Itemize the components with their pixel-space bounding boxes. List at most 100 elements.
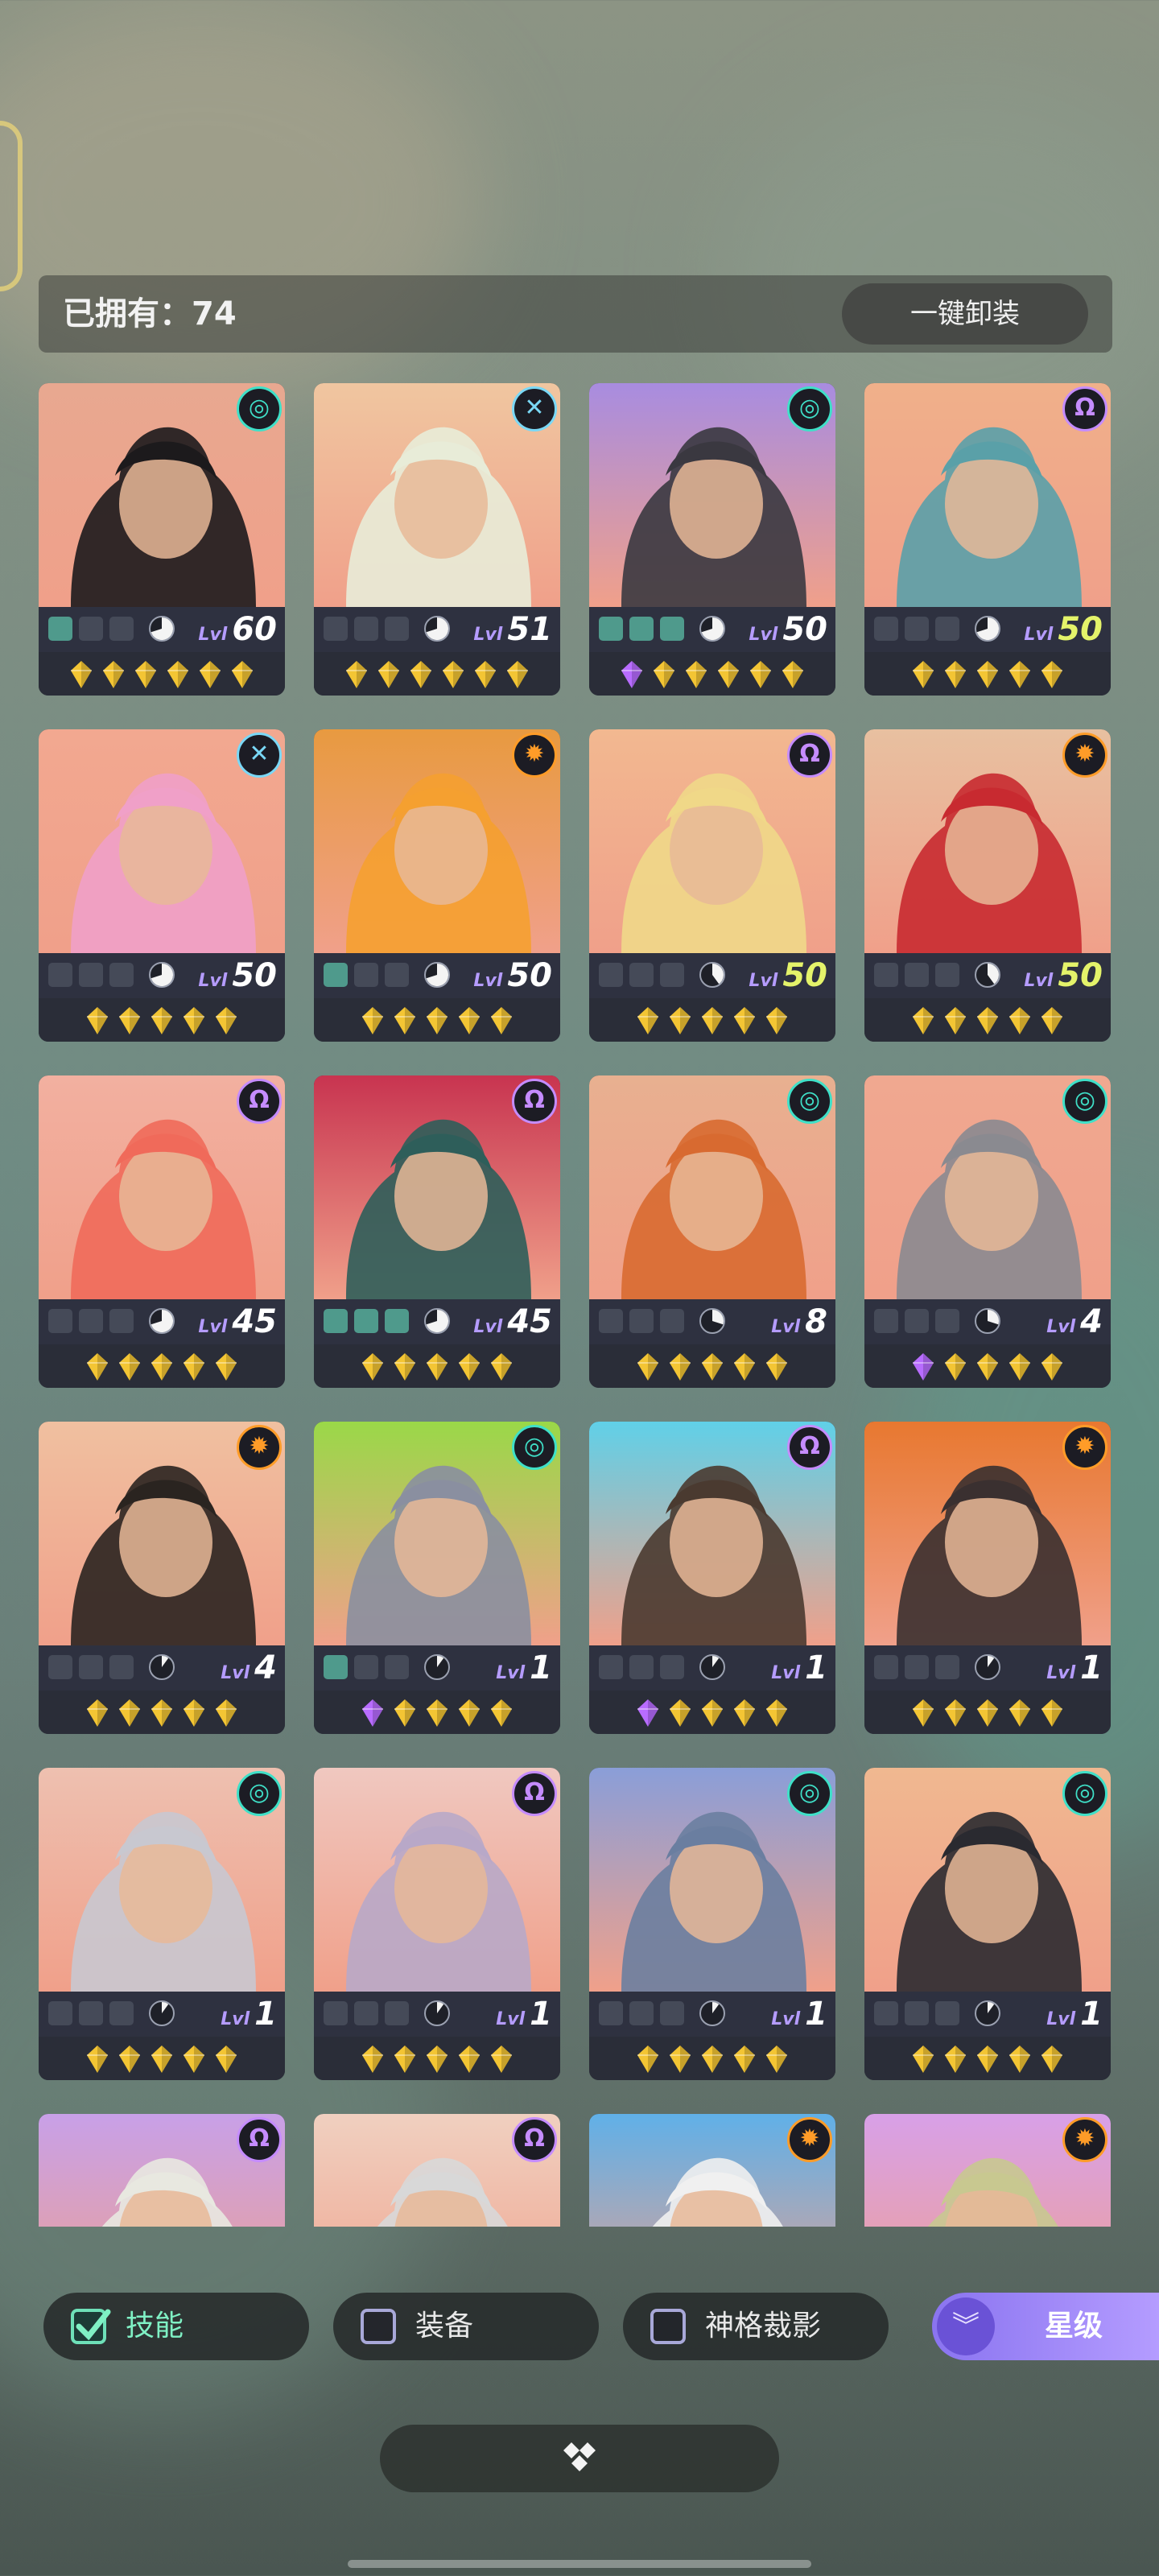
hero-card[interactable]: ◎ Lvl 1 [314,1422,560,1734]
hero-card[interactable]: ◎ Lvl 50 [589,383,835,696]
hero-card[interactable]: ✹ Lvl 50 [314,729,560,1042]
gold-star-icon [734,1699,755,1727]
divinity-checkbox[interactable] [650,2309,686,2344]
hero-card[interactable]: ◎ Lvl 8 [589,1075,835,1388]
hero-card[interactable]: ✕ Lvl 51 [314,383,560,696]
hero-card[interactable]: Ω Lvl 50 [864,383,1111,696]
level-value: 50 [1058,957,1103,994]
collapse-button[interactable] [380,2425,779,2492]
divinity-progress-icon [149,1654,175,1680]
hero-card[interactable]: ✹ Lvl 4 [39,1422,285,1734]
hero-card[interactable]: ◎ Lvl 1 [589,1768,835,2080]
gold-star-icon [670,1353,691,1381]
hero-card[interactable]: ✹ [589,2114,835,2227]
filter-equipment[interactable]: 装备 [333,2293,599,2360]
gold-star-icon [71,661,92,688]
hero-card[interactable]: ✹ Lvl 50 [864,729,1111,1042]
skill-slot [905,1655,929,1679]
hero-card[interactable]: ◎ Lvl 4 [864,1075,1111,1388]
hero-card[interactable]: ◎ Lvl 1 [864,1768,1111,2080]
hero-card[interactable]: ✹ Lvl 1 [864,1422,1111,1734]
hero-card[interactable]: Ω Lvl 1 [314,1768,560,2080]
divinity-progress-icon [424,1308,450,1334]
hero-level: Lvl 8 [771,1301,827,1343]
purple-horn-icon: Ω [512,1079,557,1124]
unequip-all-button[interactable]: 一键卸装 [842,283,1088,345]
orange-gear-icon: ✹ [1062,2117,1107,2162]
hero-list-header: 已拥有：74 一键卸装 [39,275,1112,353]
gold-star-icon [443,661,464,688]
hero-card[interactable]: Ω [314,2114,560,2227]
orange-gear-icon: ✹ [1062,1425,1107,1470]
hero-card[interactable]: ✕ Lvl 50 [39,729,285,1042]
hero-stat-row: Lvl 1 [864,1992,1111,2037]
gold-star-icon [637,1353,658,1381]
gold-star-icon [394,1007,415,1034]
purple-star-icon [621,661,642,688]
skill-slot [109,1655,134,1679]
hero-card[interactable]: Ω Lvl 1 [589,1422,835,1734]
equipment-checkbox[interactable] [361,2309,396,2344]
hero-card[interactable]: ◎ Lvl 1 [39,1768,285,2080]
filter-skill[interactable]: 技能 [43,2293,309,2360]
level-tag: Lvl [771,1663,801,1683]
gold-star-icon [394,2046,415,2073]
skill-slot [109,963,134,987]
hero-stat-row: Lvl 1 [589,1645,835,1690]
gold-star-icon [734,1007,755,1034]
skill-slot [324,1309,348,1333]
skill-slot [354,1309,378,1333]
hero-stat-row: Lvl 4 [39,1645,285,1690]
hero-star-row [589,998,835,1042]
gold-star-icon [654,661,674,688]
hero-card[interactable]: ✹ [864,2114,1111,2227]
gold-star-icon [670,1007,691,1034]
filter-divinity[interactable]: 神格裁影 [623,2293,889,2360]
hero-stat-row: Lvl 45 [314,1299,560,1344]
gold-star-icon [977,661,998,688]
skill-slot [79,1655,103,1679]
skill-slot [79,963,103,987]
level-tag: Lvl [1024,971,1054,991]
skill-slot [324,2001,348,2025]
teal-swirl-icon: ◎ [787,1771,832,1816]
gold-star-icon [87,1699,108,1727]
divinity-progress-icon [424,2000,450,2026]
hero-card[interactable]: ◎ Lvl 60 [39,383,285,696]
star-sort-button[interactable]: ︾ 星级 [932,2293,1159,2360]
gold-star-icon [977,1007,998,1034]
skill-slot [324,1655,348,1679]
hero-level: Lvl 4 [1046,1301,1103,1343]
hero-star-row [314,652,560,696]
hero-card[interactable]: Ω Lvl 50 [589,729,835,1042]
hero-grid: ◎ Lvl 60 ✕ Lvl 51 ◎ Lvl 50 Ω Lvl 50 ✕ Lv… [0,383,1159,2227]
divinity-progress-icon [975,962,1000,988]
hero-card[interactable]: Ω Lvl 45 [314,1075,560,1388]
level-tag: Lvl [198,971,228,991]
skill-slot [629,2001,654,2025]
skill-slot [599,1655,623,1679]
hero-star-row [864,1690,1111,1734]
hero-stat-row: Lvl 8 [589,1299,835,1344]
hero-level: Lvl 4 [221,1647,277,1689]
gold-star-icon [427,1699,448,1727]
gold-star-icon [913,2046,934,2073]
gold-star-icon [216,1007,237,1034]
gold-star-icon [103,661,124,688]
gold-star-icon [362,2046,383,2073]
orange-gear-icon: ✹ [237,1425,282,1470]
purple-horn-icon: Ω [512,1771,557,1816]
skill-slot [874,1309,898,1333]
hero-star-row [314,2037,560,2080]
hero-star-row [314,1690,560,1734]
gold-star-icon [459,1007,480,1034]
hero-stat-row: Lvl 50 [589,607,835,652]
skill-checkbox[interactable] [71,2309,111,2344]
gold-star-icon [913,1699,934,1727]
hero-card[interactable]: Ω [39,2114,285,2227]
gold-star-icon [87,1353,108,1381]
hero-card[interactable]: Ω Lvl 45 [39,1075,285,1388]
hero-stat-row: Lvl 50 [39,953,285,998]
hero-stat-row: Lvl 1 [589,1992,835,2037]
skill-slot [599,2001,623,2025]
